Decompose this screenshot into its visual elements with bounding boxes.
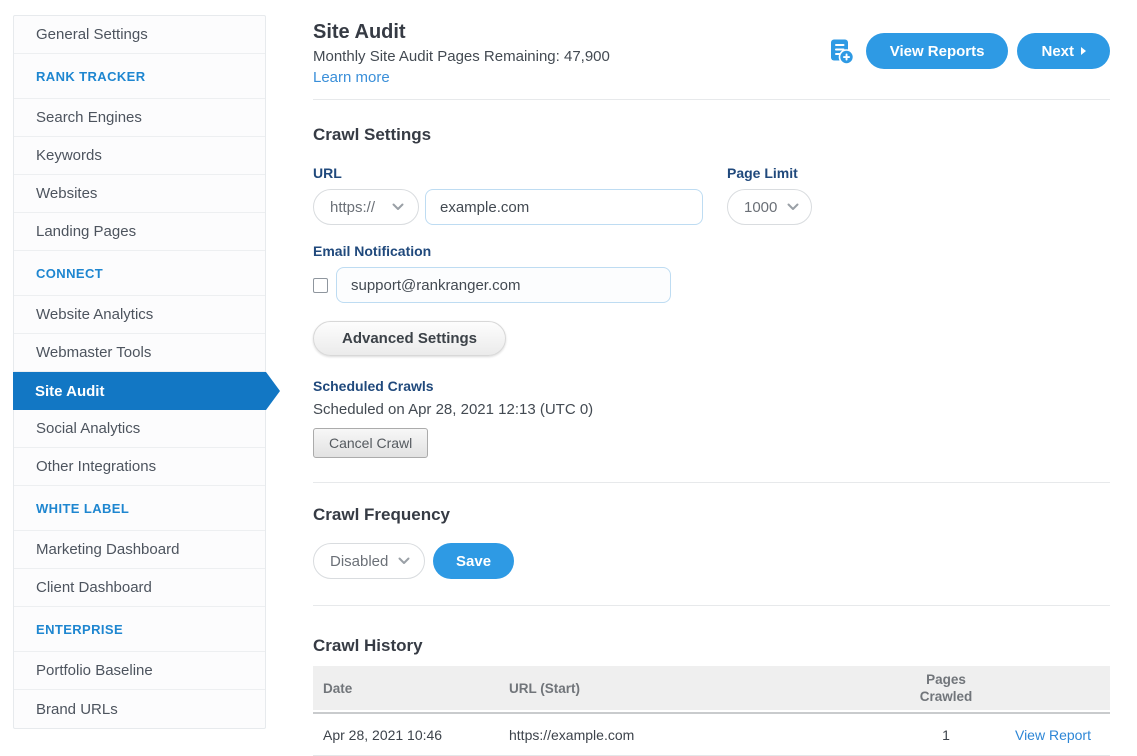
header-actions: View Reports Next [828,33,1110,69]
frequency-row: Disabled Save [313,543,1110,579]
column-header-pages-crawled-text: Pages Crawled [915,666,977,710]
url-input[interactable] [425,189,703,225]
advanced-settings-button[interactable]: Advanced Settings [313,321,506,356]
protocol-value: https:// [330,199,375,216]
sidebar-item-social-analytics[interactable]: Social Analytics [14,410,265,448]
cell-pages-crawled: 1 [881,727,1011,743]
add-report-icon[interactable] [828,38,855,65]
sidebar-item-websites[interactable]: Websites [14,175,265,213]
next-button[interactable]: Next [1017,33,1110,69]
section-divider-1 [313,482,1110,483]
frequency-dropdown[interactable]: Disabled [313,543,425,579]
email-notification-label: Email Notification [313,243,1110,259]
crawl-settings-heading: Crawl Settings [313,125,1110,145]
view-reports-label: View Reports [890,43,985,60]
page-limit-value: 1000 [744,199,777,216]
sidebar-item-brand-urls[interactable]: Brand URLs [14,690,265,728]
sidebar-section-enterprise: ENTERPRISE [14,607,265,652]
page-limit-dropdown[interactable]: 1000 [727,189,812,225]
sidebar-item-marketing-dashboard[interactable]: Marketing Dashboard [14,531,265,569]
sidebar-item-keywords[interactable]: Keywords [14,137,265,175]
page-limit-group: Page Limit 1000 [727,165,812,225]
sidebar-item-webmaster-tools[interactable]: Webmaster Tools [14,334,265,372]
frequency-value: Disabled [330,553,388,570]
column-header-pages-crawled: Pages Crawled [881,666,1011,710]
section-divider-2 [313,605,1110,606]
next-label: Next [1041,43,1074,60]
header-divider [313,99,1110,100]
sidebar-item-website-analytics[interactable]: Website Analytics [14,296,265,334]
crawl-history-heading: Crawl History [313,636,1110,656]
sidebar-item-site-audit[interactable]: Site Audit [13,372,266,410]
table-row: Apr 28, 2021 10:46 https://example.com 1… [313,714,1110,756]
crawl-history-table: Date URL (Start) Pages Crawled Apr 28, 2… [313,666,1110,756]
next-arrow-icon [1081,47,1086,55]
chevron-down-icon [398,557,410,565]
save-button[interactable]: Save [433,543,514,579]
column-header-url: URL (Start) [509,681,881,696]
crawl-frequency-heading: Crawl Frequency [313,505,1110,525]
view-reports-button[interactable]: View Reports [866,33,1009,69]
sidebar-item-landing-pages[interactable]: Landing Pages [14,213,265,251]
sidebar-item-search-engines[interactable]: Search Engines [14,99,265,137]
settings-sidebar: General Settings RANK TRACKER Search Eng… [13,15,266,729]
url-group: URL https:// [313,165,703,225]
site-audit-panel: Site Audit Monthly Site Audit Pages Rema… [313,20,1110,756]
sidebar-item-general-settings[interactable]: General Settings [14,16,265,54]
sidebar-section-white-label: WHITE LABEL [14,486,265,531]
sidebar-section-connect: CONNECT [14,251,265,296]
chevron-down-icon [392,203,404,211]
cell-date: Apr 28, 2021 10:46 [313,727,509,743]
url-row: URL https:// Page Limit 1000 [313,165,1110,225]
column-header-date: Date [313,681,509,696]
protocol-dropdown[interactable]: https:// [313,189,419,225]
table-header-row: Date URL (Start) Pages Crawled [313,666,1110,710]
sidebar-item-client-dashboard[interactable]: Client Dashboard [14,569,265,607]
learn-more-link[interactable]: Learn more [313,68,390,88]
sidebar-item-other-integrations[interactable]: Other Integrations [14,448,265,486]
view-report-link[interactable]: View Report [1015,727,1091,743]
scheduled-crawls-label: Scheduled Crawls [313,378,1110,394]
sidebar-section-rank-tracker: RANK TRACKER [14,54,265,99]
cancel-crawl-button[interactable]: Cancel Crawl [313,428,428,458]
email-row [313,267,1110,303]
email-notification-checkbox[interactable] [313,278,328,293]
chevron-down-icon [787,203,799,211]
sidebar-item-portfolio-baseline[interactable]: Portfolio Baseline [14,652,265,690]
page-limit-label: Page Limit [727,165,812,181]
cell-url: https://example.com [509,727,881,743]
scheduled-crawl-text: Scheduled on Apr 28, 2021 12:13 (UTC 0) [313,401,1110,418]
email-input[interactable] [336,267,671,303]
url-label: URL [313,165,703,181]
